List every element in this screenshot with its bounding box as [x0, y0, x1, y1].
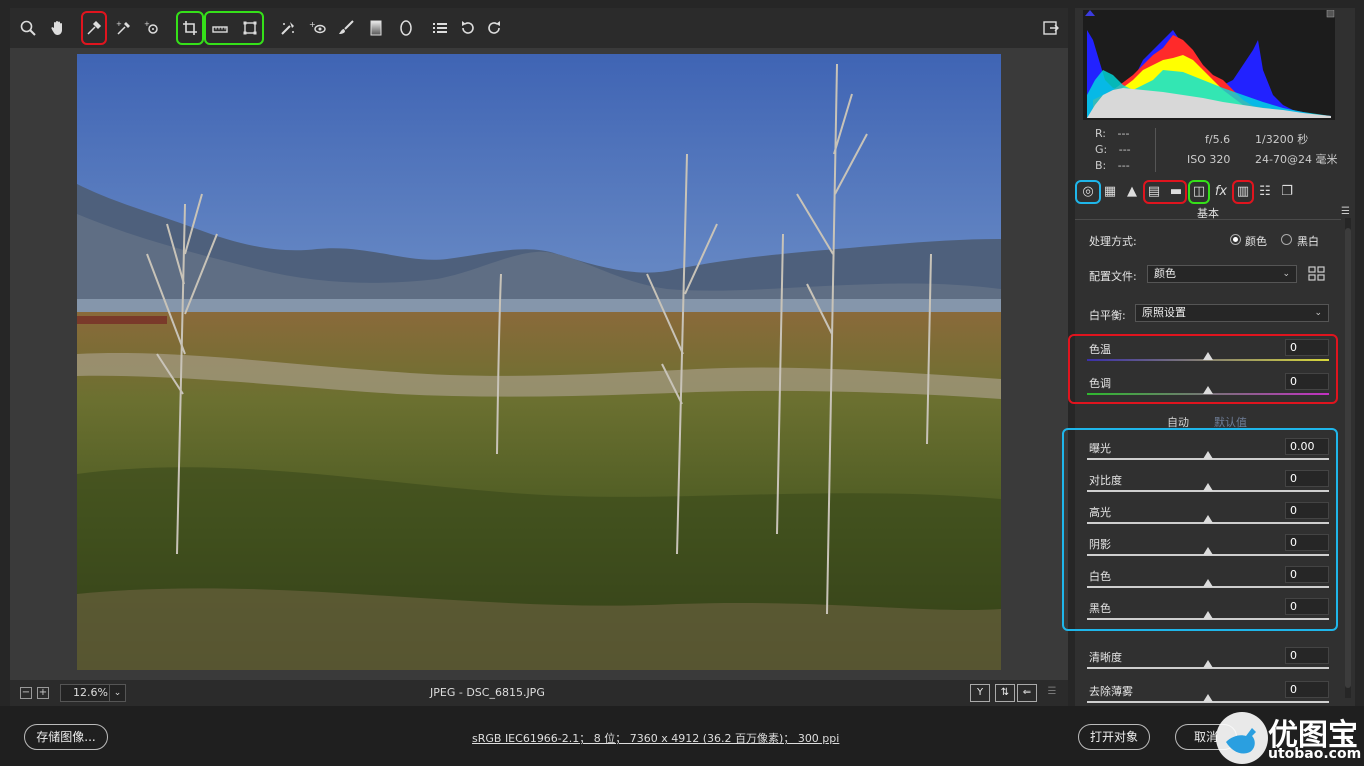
treatment-bw-radio[interactable]: [1281, 234, 1292, 245]
tab-detail-icon[interactable]: ▲: [1123, 183, 1141, 201]
g-value: ---: [1118, 143, 1131, 156]
copy-settings-button[interactable]: ⇐: [1017, 684, 1037, 702]
section-divider: [1075, 219, 1341, 220]
histogram: [1083, 9, 1335, 120]
bottom-bar: 存储图像... sRGB IEC61966-2.1； 8 位； 7360 x 4…: [0, 706, 1364, 766]
treatment-color-label: 颜色: [1245, 235, 1267, 248]
annotation-green-straighten-transform: [204, 11, 264, 45]
slider-label: 去除薄雾: [1089, 685, 1133, 698]
targeted-adjustment-icon[interactable]: +: [138, 14, 166, 42]
rotate-left-icon[interactable]: [454, 14, 482, 42]
chevron-down-icon: ⌄: [109, 685, 125, 701]
adjustment-brush-icon[interactable]: [332, 14, 360, 42]
slider-thumb[interactable]: [1203, 660, 1213, 668]
tab-effects-icon[interactable]: fx: [1212, 183, 1230, 201]
file-name: JPEG - DSC_6815.JPG: [430, 686, 545, 699]
b-label: B:: [1095, 159, 1107, 172]
slider-value-field[interactable]: 0: [1285, 647, 1329, 664]
save-image-button[interactable]: 存储图像...: [24, 724, 108, 750]
chevron-down-icon: ⌄: [1314, 308, 1322, 318]
shutter-value: 1/3200 秒: [1255, 133, 1309, 146]
lens-value: 24-70@24 毫米: [1255, 153, 1338, 166]
iso-value: ISO 320: [1187, 153, 1231, 166]
tab-tone-curve-icon[interactable]: ▦: [1101, 183, 1119, 201]
swap-settings-button[interactable]: ⇅: [995, 684, 1015, 702]
graduated-filter-icon[interactable]: [362, 14, 390, 42]
svg-text:+: +: [309, 20, 316, 29]
r-value: ---: [1117, 127, 1130, 140]
slider-label: 清晰度: [1089, 651, 1122, 664]
profile-select[interactable]: 颜色 ⌄: [1147, 265, 1297, 283]
profile-label: 配置文件:: [1089, 270, 1137, 283]
image-metadata: R: --- G: --- B: --- f/5.6 1/3200 秒 ISO …: [1075, 120, 1355, 180]
chevron-down-icon: ⌄: [1282, 269, 1290, 279]
color-sampler-icon[interactable]: +: [110, 14, 138, 42]
r-label: R:: [1095, 127, 1107, 140]
b-value: ---: [1117, 159, 1130, 172]
scrollbar-thumb[interactable]: [1345, 228, 1351, 688]
adjustment-panel: R: --- G: --- B: --- f/5.6 1/3200 秒 ISO …: [1062, 8, 1355, 706]
watermark-bird-logo-icon: [1216, 712, 1268, 764]
tab-snapshots-icon[interactable]: ❐: [1278, 183, 1296, 201]
annotation-red-white-balance: [81, 11, 107, 45]
red-eye-icon[interactable]: +: [304, 14, 332, 42]
g-label: G:: [1095, 143, 1108, 156]
camera-raw-window: + + + − + 12.6% ⌄ JPEG - DSC_6815.JPG Y …: [0, 0, 1364, 766]
annotation-green-crop: [176, 11, 204, 45]
before-after-view-button[interactable]: Y: [970, 684, 990, 702]
spot-removal-icon[interactable]: [274, 14, 302, 42]
svg-text:+: +: [116, 20, 122, 28]
annotation-red-calibration-tab: [1232, 180, 1254, 204]
rotate-right-icon[interactable]: [480, 14, 508, 42]
panel-menu-icon[interactable]: ☰: [1341, 206, 1351, 217]
workflow-options-link[interactable]: sRGB IEC61966-2.1； 8 位； 7360 x 4912 (36.…: [472, 730, 839, 746]
profile-value: 颜色: [1154, 267, 1176, 280]
annotation-red-hsl-tabs: [1143, 180, 1187, 204]
meta-divider: [1155, 128, 1156, 172]
zoom-in-button[interactable]: +: [37, 687, 49, 699]
watermark: 优图宝 utobao.com: [1212, 706, 1364, 766]
zoom-level-select[interactable]: 12.6% ⌄: [60, 684, 126, 702]
profile-browser-grid-icon[interactable]: [1307, 265, 1327, 283]
photo-preview: [77, 54, 1001, 670]
status-bar: − + 12.6% ⌄ JPEG - DSC_6815.JPG Y ⇅ ⇐ ☰: [10, 680, 1068, 706]
annotation-red-temp-tint: [1068, 334, 1338, 404]
toolbar: + + +: [10, 8, 1068, 48]
watermark-url: utobao.com: [1268, 746, 1362, 762]
radial-filter-icon[interactable]: [392, 14, 420, 42]
image-canvas[interactable]: [10, 48, 1068, 680]
zoom-level-value: 12.6%: [73, 686, 108, 699]
zoom-out-button[interactable]: −: [20, 687, 32, 699]
tab-presets-icon[interactable]: ☷: [1256, 183, 1274, 201]
annotation-blue-basic-tab: [1075, 180, 1101, 204]
export-icon[interactable]: [1037, 14, 1065, 42]
presets-list-icon[interactable]: [426, 14, 454, 42]
panel-tabs: ◎ ▦ ▲ ▤ ▬ ◫ fx ▥ ☷ ❐: [1075, 180, 1355, 204]
toggle-settings-icon[interactable]: ☰: [1042, 684, 1062, 702]
white-balance-select[interactable]: 原照设置 ⌄: [1135, 304, 1329, 322]
aperture-value: f/5.6: [1205, 133, 1231, 146]
slider-value-field[interactable]: 0: [1285, 681, 1329, 698]
open-object-button[interactable]: 打开对象: [1078, 724, 1150, 750]
treatment-bw-label: 黑白: [1297, 235, 1319, 248]
treatment-label: 处理方式:: [1089, 235, 1137, 248]
hand-icon[interactable]: [44, 14, 72, 42]
white-balance-label: 白平衡:: [1089, 309, 1126, 322]
slider-thumb[interactable]: [1203, 694, 1213, 702]
annotation-green-lens-tab: [1188, 180, 1210, 204]
annotation-blue-tone-sliders: [1062, 428, 1338, 631]
panel-scrollbar[interactable]: [1345, 218, 1351, 698]
svg-text:+: +: [144, 20, 150, 28]
white-balance-value: 原照设置: [1142, 306, 1186, 319]
zoom-icon[interactable]: [14, 14, 42, 42]
treatment-color-radio[interactable]: [1230, 234, 1241, 245]
